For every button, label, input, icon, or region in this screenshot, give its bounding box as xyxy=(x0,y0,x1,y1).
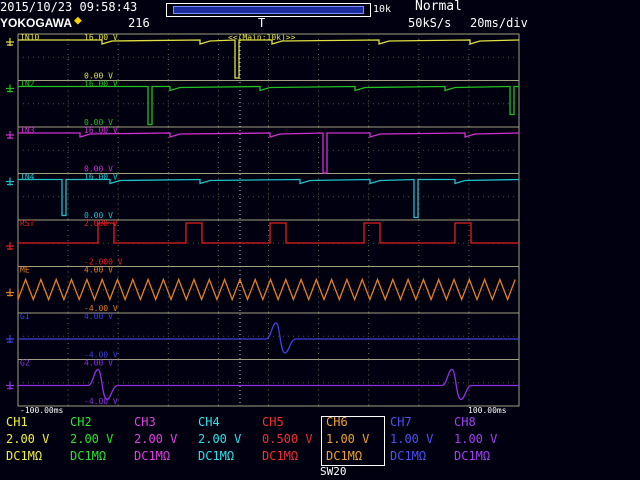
zoom-label: 10k xyxy=(373,4,392,15)
channel-coupling: DC1MΩ xyxy=(70,449,107,463)
channel-ch6[interactable]: CH6 1.00 V DC1MΩ xyxy=(326,414,386,466)
zoom-window-label: <<(Main:10k)>> xyxy=(228,33,296,42)
ground-marker-icon[interactable] xyxy=(6,335,14,343)
trace-name: ME xyxy=(20,266,30,275)
trace-name: IN3 xyxy=(20,126,35,135)
date-time: 2015/10/23 09:58:43 xyxy=(0,0,138,14)
trace-top-scale: 2.000 V xyxy=(84,219,118,228)
trace-top-scale: 4.00 V xyxy=(84,359,113,368)
channel-name: CH7 xyxy=(390,415,412,429)
trace-labels: IN10 16.00 V0.00 VIN2 16.00 V0.00 VIN3 16.0… xyxy=(6,33,507,415)
channel-volts: 2.00 V xyxy=(198,432,242,446)
trace-top-scale: 4.00 V xyxy=(84,312,113,321)
trace-top-scale: 16.00 V xyxy=(84,126,118,135)
channel-ch8[interactable]: CH8 1.00 V DC1MΩ xyxy=(454,414,514,466)
channel-coupling: DC1MΩ xyxy=(326,449,363,463)
brand-logo: YOKOGAWA xyxy=(0,16,73,30)
trace-name: RST xyxy=(20,219,35,228)
ground-marker-icon[interactable] xyxy=(6,177,14,186)
zoom-position-bar[interactable] xyxy=(166,3,371,17)
channel-name: CH6 xyxy=(326,415,348,429)
channel-volts: 1.00 V xyxy=(390,432,434,446)
zoom-window-indicator xyxy=(173,6,364,14)
sample-rate: 50kS/s xyxy=(408,16,452,30)
channel-ch7[interactable]: CH7 1.00 V DC1MΩ xyxy=(390,414,450,466)
trace-name: G1 xyxy=(20,312,30,321)
channel-coupling: DC1MΩ xyxy=(198,449,235,463)
ground-marker-icon[interactable] xyxy=(6,38,14,46)
trigger-position-marker: T xyxy=(258,16,266,30)
run-diamond-icon: ◆ xyxy=(74,13,82,28)
channel-volts: 2.00 V xyxy=(134,432,178,446)
channel-volts: 2.00 V xyxy=(70,432,114,446)
channel-coupling: DC1MΩ xyxy=(454,449,491,463)
channel-volts: 0.500 V xyxy=(262,432,313,446)
channel-coupling: DC1MΩ xyxy=(134,449,171,463)
trace-top-scale: 16.00 V xyxy=(84,33,118,42)
waveform-trace xyxy=(17,277,516,302)
trace-name: G2 xyxy=(20,359,30,368)
channel-coupling: DC1MΩ xyxy=(262,449,299,463)
ground-marker-icon[interactable] xyxy=(6,381,14,390)
channel-volts: 2.00 V xyxy=(6,432,50,446)
channel-volts: 1.00 V xyxy=(326,432,370,446)
ground-marker-icon[interactable] xyxy=(6,242,14,250)
channel-name: CH3 xyxy=(134,415,156,429)
channel-ch5[interactable]: CH5 0.500 V DC1MΩ xyxy=(262,414,322,466)
channel-name: CH5 xyxy=(262,415,284,429)
trace-name: IN2 xyxy=(20,80,35,89)
channel-ch4[interactable]: CH4 2.00 V DC1MΩ xyxy=(198,414,258,466)
channel-name: CH8 xyxy=(454,415,476,429)
ground-marker-icon[interactable] xyxy=(6,288,14,297)
channel-name: CH2 xyxy=(70,415,92,429)
channel-ch3[interactable]: CH3 2.00 V DC1MΩ xyxy=(134,414,194,466)
channel-name: CH1 xyxy=(6,415,28,429)
channel-coupling: DC1MΩ xyxy=(390,449,427,463)
channel-coupling: DC1MΩ xyxy=(6,449,43,463)
channel-name: CH4 xyxy=(198,415,220,429)
switch-label: SW20 xyxy=(320,465,347,478)
channel-ch1[interactable]: CH1 2.00 V DC1MΩ xyxy=(6,414,66,466)
trace-bottom-scale: -4.00 V xyxy=(84,397,118,406)
channel-ch2[interactable]: CH2 2.00 V DC1MΩ xyxy=(70,414,130,466)
trace-name: IN10 xyxy=(20,33,39,42)
trace-top-scale: 16.00 V xyxy=(84,173,118,182)
channel-volts: 1.00 V xyxy=(454,432,498,446)
trace-top-scale: 16.00 V xyxy=(84,80,118,89)
trace-top-scale: 4.00 V xyxy=(84,266,113,275)
time-per-div: 20ms/div xyxy=(470,16,528,30)
waveform-display[interactable]: IN10 16.00 V0.00 VIN2 16.00 V0.00 VIN3 16.0… xyxy=(0,30,522,418)
acquisition-count: 216 xyxy=(128,16,150,30)
trace-name: IN4 xyxy=(20,173,35,182)
ground-marker-icon[interactable] xyxy=(6,84,14,93)
trigger-mode: Normal xyxy=(415,0,462,14)
ground-marker-icon[interactable] xyxy=(6,131,14,139)
